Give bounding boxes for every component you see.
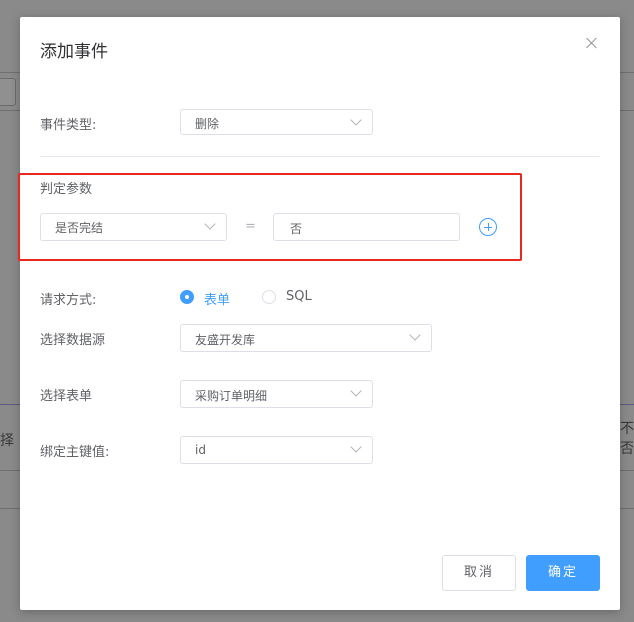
background-input [0, 78, 16, 106]
event-type-value: 删除 [195, 117, 220, 131]
section-divider [40, 156, 600, 157]
background-text-right: 不否 [620, 421, 634, 457]
radio-form-label: 表单 [204, 293, 231, 308]
primary-key-select[interactable]: id [180, 436, 373, 464]
event-type-label: 事件类型: [40, 118, 97, 133]
background-text-left: 择 [0, 433, 14, 449]
close-icon[interactable] [583, 35, 601, 53]
highlight-box [18, 173, 522, 261]
radio-sql-label: SQL [286, 289, 312, 304]
confirm-button[interactable]: 确定 [526, 555, 600, 591]
chevron-down-icon [350, 441, 362, 453]
dialog-title: 添加事件 [40, 42, 108, 62]
chevron-down-icon [350, 385, 362, 397]
radio-unchecked-icon [262, 290, 276, 304]
cancel-button[interactable]: 取消 [442, 555, 516, 591]
datasource-label: 选择数据源 [40, 333, 106, 348]
primary-key-value: id [195, 443, 206, 457]
form-label: 选择表单 [40, 389, 93, 404]
request-method-label: 请求方式: [40, 293, 97, 308]
datasource-select[interactable]: 友盛开发库 [180, 324, 432, 352]
chevron-down-icon [350, 114, 362, 126]
primary-key-label: 绑定主键值: [40, 445, 110, 460]
form-value: 采购订单明细 [195, 389, 268, 403]
chevron-down-icon [409, 329, 421, 341]
form-select[interactable]: 采购订单明细 [180, 380, 373, 408]
radio-checked-icon [180, 290, 194, 304]
datasource-value: 友盛开发库 [195, 333, 256, 347]
add-event-dialog: 添加事件 事件类型: 删除 判定参数 是否完结 = 否 请求方式: 表单 SQL… [18, 17, 620, 610]
event-type-select[interactable]: 删除 [180, 109, 373, 135]
